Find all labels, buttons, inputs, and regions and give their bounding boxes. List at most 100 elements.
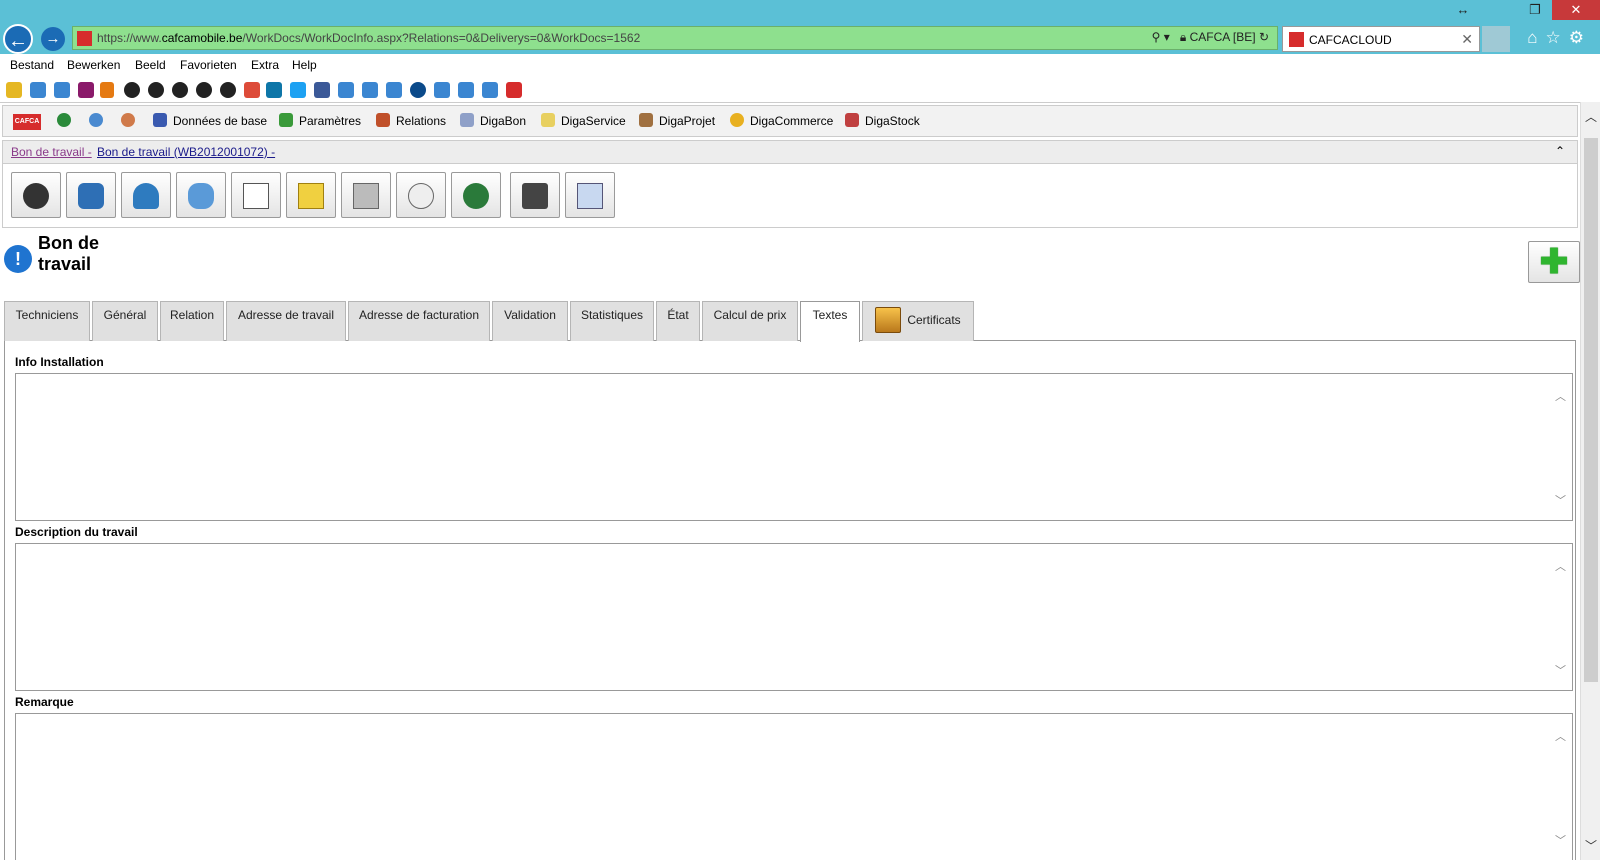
close-icon[interactable]: ✕ [1552, 0, 1600, 20]
favorites-star-icon[interactable] [6, 82, 22, 98]
restore-icon[interactable]: ❐ [1520, 0, 1550, 20]
c-icon[interactable] [510, 172, 560, 218]
fav-radiation-icon[interactable] [124, 82, 140, 98]
toolbar-digabon[interactable]: DigaBon [460, 113, 526, 128]
tab-close-icon[interactable]: ✕ [1461, 31, 1473, 48]
label-info-installation: Info Installation [15, 355, 104, 369]
fav-twitter-icon[interactable] [290, 82, 306, 98]
scroll-up-icon[interactable]: ︿ [1585, 108, 1597, 125]
fav-flag-icon[interactable] [100, 82, 114, 98]
fav-ie-icon[interactable] [482, 82, 498, 98]
scroll-down-icon[interactable]: ﹀ [1555, 492, 1566, 508]
info-installation-textarea[interactable]: ︿ ﹀ [15, 373, 1573, 521]
scroll-down-icon[interactable]: ﹀ [1555, 832, 1566, 848]
person-icon[interactable] [121, 172, 171, 218]
fav-radiation-icon[interactable] [172, 82, 188, 98]
address-bar[interactable]: https://www.cafcamobile.be/WorkDocs/Work… [72, 26, 1278, 50]
new-tab-button[interactable] [1482, 26, 1510, 52]
description-textarea[interactable]: ︿ ﹀ [15, 543, 1573, 691]
globe-tool-icon[interactable] [57, 113, 77, 128]
tab-adresse-de-travail[interactable]: Adresse de travail [226, 301, 346, 341]
clock-doc-icon[interactable] [396, 172, 446, 218]
refresh-tool-icon[interactable] [89, 113, 109, 128]
fav-googleplus-icon[interactable] [244, 82, 260, 98]
lock-icon[interactable]: 🔒︎ [1180, 30, 1186, 44]
browser-tab[interactable]: CAFCACLOUD ✕ [1282, 26, 1480, 52]
remarque-textarea[interactable]: ︿ ﹀ [15, 713, 1573, 860]
fav-ie-icon[interactable] [434, 82, 450, 98]
toolbar-digaprojet[interactable]: DigaProjet [639, 113, 715, 128]
fav-radiation-icon[interactable] [196, 82, 212, 98]
plug-bulb-icon[interactable] [176, 172, 226, 218]
tab-relation[interactable]: Relation [160, 301, 224, 341]
doc-gear-icon[interactable] [565, 172, 615, 218]
scroll-down-icon[interactable]: ﹀ [1585, 837, 1597, 854]
menu-favorieten[interactable]: Favorieten [180, 58, 237, 72]
resize-icon[interactable]: ↔ [1448, 0, 1478, 20]
star-icon[interactable]: ☆ [1546, 28, 1569, 47]
fav-ie-icon[interactable] [54, 82, 70, 98]
fav-ie-icon[interactable] [338, 82, 354, 98]
fav-cafca-icon[interactable] [506, 82, 522, 98]
breadcrumb-link-1[interactable]: Bon de travail - [11, 145, 92, 159]
fav-ie-icon[interactable] [30, 82, 46, 98]
page-scrollbar[interactable]: ︿ ﹀ [1580, 102, 1600, 860]
toolbar-digaservice[interactable]: DigaService [541, 113, 626, 128]
toolbar-digastock[interactable]: DigaStock [845, 113, 920, 128]
tab-validation[interactable]: Validation [492, 301, 568, 341]
fav-ie-icon[interactable] [386, 82, 402, 98]
document-icon[interactable] [231, 172, 281, 218]
scroll-up-icon[interactable]: ︿ [1555, 558, 1566, 574]
cafca-logo[interactable]: CAFCA [13, 114, 41, 130]
menu-extra[interactable]: Extra [251, 58, 279, 72]
home-icon[interactable]: ⌂ [1527, 28, 1545, 47]
tab-statistiques[interactable]: Statistiques [570, 301, 654, 341]
globe-icon[interactable] [451, 172, 501, 218]
refresh-icon[interactable]: ↻ [1259, 30, 1269, 44]
toolbar-digacommerce[interactable]: DigaCommerce [730, 113, 833, 128]
collapse-icon[interactable]: ⌃ [1555, 144, 1565, 158]
exclamation-icon[interactable] [11, 172, 61, 218]
scroll-up-icon[interactable]: ︿ [1555, 728, 1566, 744]
toolbar-donnees-de-base[interactable]: Données de base [153, 113, 267, 128]
tab-techniciens[interactable]: Techniciens [4, 301, 90, 341]
add-button[interactable]: ✚ [1528, 241, 1580, 283]
fav-ie-icon[interactable] [362, 82, 378, 98]
forward-icon[interactable]: → [41, 27, 65, 51]
folder-icon[interactable] [286, 172, 336, 218]
toolbar-relations[interactable]: Relations [376, 113, 446, 128]
menu-help[interactable]: Help [292, 58, 317, 72]
digaprojet-icon [639, 113, 653, 127]
tab-calcul-de-prix[interactable]: Calcul de prix [702, 301, 798, 341]
menu-bewerken[interactable]: Bewerken [67, 58, 120, 72]
scroll-down-icon[interactable]: ﹀ [1555, 662, 1566, 678]
fav-linkedin-icon[interactable] [266, 82, 282, 98]
fav-radiation-icon[interactable] [220, 82, 236, 98]
toolbar-parametres[interactable]: Paramètres [279, 113, 361, 128]
tab-general[interactable]: Général [92, 301, 158, 341]
back-icon[interactable]: ← [3, 24, 33, 54]
printer-icon[interactable] [341, 172, 391, 218]
user-tool-icon[interactable] [121, 113, 141, 128]
fav-ie-icon[interactable] [458, 82, 474, 98]
scroll-up-icon[interactable]: ︿ [1555, 388, 1566, 404]
breadcrumb-link-2[interactable]: Bon de travail (WB2012001072) - [97, 145, 275, 159]
tab-etat[interactable]: État [656, 301, 700, 341]
scroll-thumb[interactable] [1584, 138, 1598, 682]
address-tools: ⚲ ▾ 🔒︎ CAFCA [BE] ↻ [1152, 30, 1269, 45]
tab-textes[interactable]: Textes [800, 301, 860, 342]
site-identity[interactable]: CAFCA [BE] [1190, 30, 1256, 44]
fav-globe-icon[interactable] [410, 82, 426, 98]
fav-facebook-icon[interactable] [314, 82, 330, 98]
menu-bestand[interactable]: Bestand [10, 58, 54, 72]
tab-certificats[interactable]: Certificats [862, 301, 974, 341]
search-icon[interactable]: ⚲ ▾ [1152, 30, 1170, 44]
digacommerce-icon [730, 113, 744, 127]
database-icon [153, 113, 167, 127]
fav-h-icon[interactable] [78, 82, 94, 98]
car-icon[interactable] [66, 172, 116, 218]
tab-adresse-de-facturation[interactable]: Adresse de facturation [348, 301, 490, 341]
gear-icon[interactable]: ⚙ [1569, 28, 1592, 47]
fav-radiation-icon[interactable] [148, 82, 164, 98]
menu-beeld[interactable]: Beeld [135, 58, 166, 72]
